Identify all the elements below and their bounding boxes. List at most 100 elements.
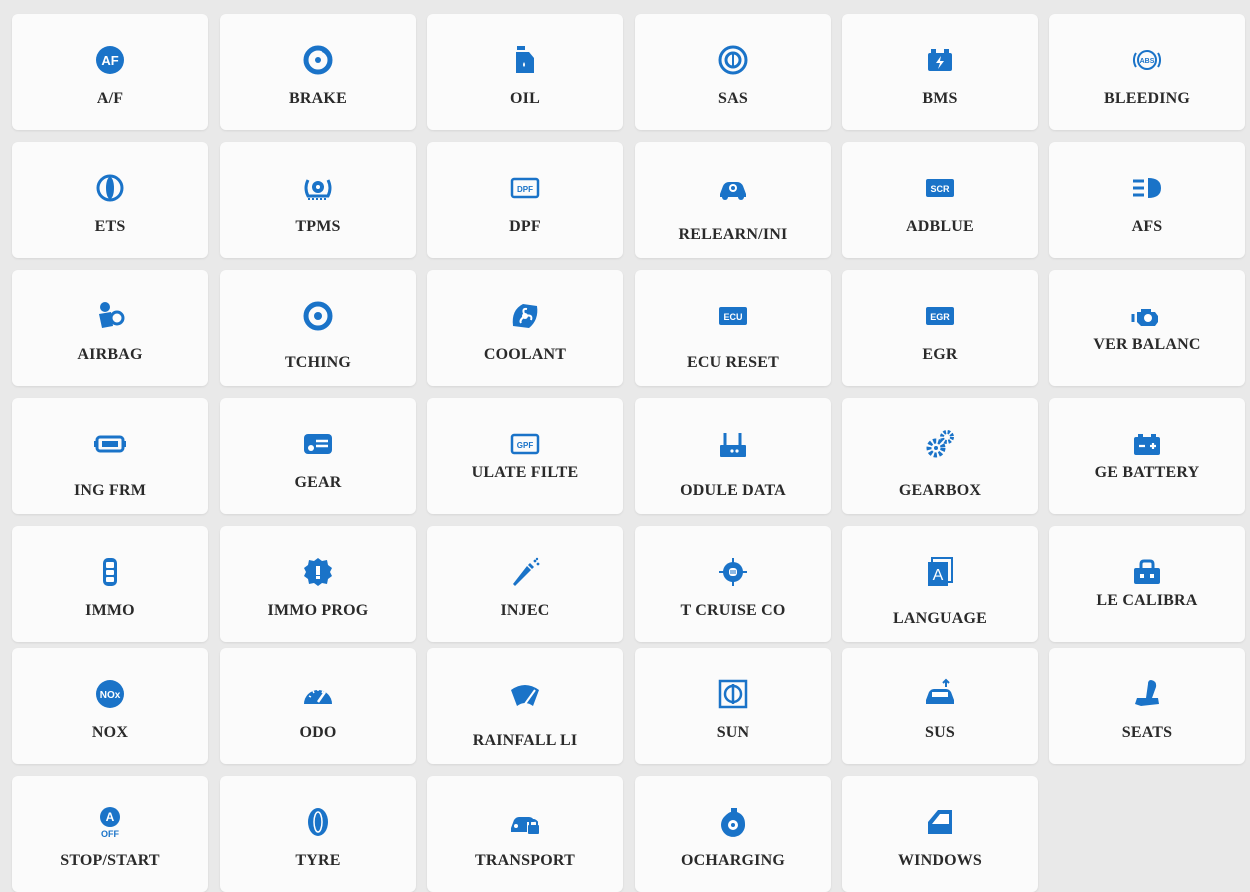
function-tile-bms[interactable]: BMS bbox=[842, 14, 1038, 130]
function-tile-immo[interactable]: IMMO bbox=[12, 526, 208, 642]
function-tile-ocharging[interactable]: OCHARGING bbox=[635, 776, 831, 892]
function-tile-tching[interactable]: TCHING bbox=[220, 270, 416, 386]
function-tile-ecu-reset[interactable]: ECU ECU RESET bbox=[635, 270, 831, 386]
function-tile-oil[interactable]: OIL bbox=[427, 14, 623, 130]
function-tile-tpms[interactable]: TPMS bbox=[220, 142, 416, 258]
fan-icon bbox=[508, 299, 542, 333]
function-tile-label: GEAR bbox=[294, 474, 342, 491]
svg-text:NOx: NOx bbox=[100, 690, 121, 701]
function-tile-coolant[interactable]: COOLANT bbox=[427, 270, 623, 386]
function-tile-label: A/F bbox=[96, 90, 124, 107]
function-tile-dpf[interactable]: DPF DPF bbox=[427, 142, 623, 258]
sun-sensor-icon bbox=[716, 677, 750, 711]
speedometer-icon bbox=[301, 677, 335, 711]
suspension-icon bbox=[923, 677, 957, 711]
function-tile-label: RAINFALL LI bbox=[472, 732, 578, 749]
function-tile-ets[interactable]: ETS bbox=[12, 142, 208, 258]
function-tile-injec[interactable]: INJEC bbox=[427, 526, 623, 642]
car-gear-icon bbox=[716, 171, 750, 205]
function-tile-afs[interactable]: AFS bbox=[1049, 142, 1245, 258]
dpf-icon: DPF bbox=[508, 171, 542, 205]
function-tile-label: TRANSPORT bbox=[475, 852, 575, 869]
function-tile-label: ING FRM bbox=[73, 482, 147, 499]
function-tile-label: ODO bbox=[299, 724, 337, 741]
gear-matching-icon bbox=[301, 299, 335, 333]
toolbox-icon bbox=[1130, 555, 1164, 589]
function-tile-seats[interactable]: SEATS bbox=[1049, 648, 1245, 764]
nox-icon: NOx bbox=[93, 677, 127, 711]
function-tile-label: LANGUAGE bbox=[892, 610, 988, 627]
scr-icon: SCR bbox=[923, 171, 957, 205]
function-tile-label: STOP/START bbox=[60, 852, 160, 869]
function-tile-immo-prog[interactable]: IMMO PROG bbox=[220, 526, 416, 642]
function-tile-label: TPMS bbox=[295, 218, 341, 235]
function-tile-tyre[interactable]: TYRE bbox=[220, 776, 416, 892]
function-tile-label: GEARBOX bbox=[898, 482, 982, 499]
window-icon bbox=[923, 805, 957, 839]
function-tile-ge-battery[interactable]: GE BATTERY bbox=[1049, 398, 1245, 514]
function-tile-a-f[interactable]: AF A/F bbox=[12, 14, 208, 130]
function-tile-transport[interactable]: TRANSPORT bbox=[427, 776, 623, 892]
svg-text:DPF: DPF bbox=[517, 185, 533, 194]
function-tile-windows[interactable]: WINDOWS bbox=[842, 776, 1038, 892]
gpf-icon: GPF bbox=[508, 427, 542, 461]
function-tile-ulate-filte[interactable]: GPF ULATE FILTE bbox=[427, 398, 623, 514]
function-tile-nox[interactable]: NOx NOX bbox=[12, 648, 208, 764]
function-tile-t-cruise-co[interactable]: T CRUISE CO bbox=[635, 526, 831, 642]
function-tile-airbag[interactable]: AIRBAG bbox=[12, 270, 208, 386]
injector-icon bbox=[508, 555, 542, 589]
wiper-icon bbox=[508, 677, 542, 711]
svg-text:AF: AF bbox=[101, 53, 118, 68]
function-tile-label: AFS bbox=[1131, 218, 1163, 235]
function-tile-label: BRAKE bbox=[289, 90, 347, 107]
throttle-icon bbox=[93, 171, 127, 205]
function-grid: AF A/F BRAKE OIL SAS BMS ABS BLEEDING ETS TPMS DPF… bbox=[0, 0, 1250, 892]
function-tile-ver-balanc[interactable]: VER BALANC bbox=[1049, 270, 1245, 386]
svg-text:A: A bbox=[106, 810, 115, 824]
function-tile-odo[interactable]: ODO bbox=[220, 648, 416, 764]
function-tile-gear[interactable]: GEAR bbox=[220, 398, 416, 514]
function-tile-label: DPF bbox=[509, 218, 541, 235]
svg-text:ABS: ABS bbox=[1140, 58, 1155, 65]
function-tile-label: COOLANT bbox=[483, 346, 567, 363]
function-tile-stop-start[interactable]: A OFF STOP/START bbox=[12, 776, 208, 892]
module-icon bbox=[93, 427, 127, 461]
function-tile-relearn-ini[interactable]: RELEARN/INI bbox=[635, 142, 831, 258]
function-tile-sun[interactable]: SUN bbox=[635, 648, 831, 764]
function-tile-label: BMS bbox=[922, 90, 958, 107]
function-tile-label: TYRE bbox=[295, 852, 341, 869]
function-tile-label: ECU RESET bbox=[686, 354, 780, 371]
function-tile-brake[interactable]: BRAKE bbox=[220, 14, 416, 130]
svg-text:SCR: SCR bbox=[930, 184, 950, 194]
function-tile-odule-data[interactable]: ODULE DATA bbox=[635, 398, 831, 514]
function-tile-le-calibra[interactable]: LE CALIBRA bbox=[1049, 526, 1245, 642]
function-tile-ing-frm[interactable]: ING FRM bbox=[12, 398, 208, 514]
function-tile-label: T CRUISE CO bbox=[680, 602, 786, 619]
key-fob-icon bbox=[93, 555, 127, 589]
language-icon: A bbox=[923, 555, 957, 589]
function-tile-sus[interactable]: SUS bbox=[842, 648, 1038, 764]
stop-start-off-icon: A OFF bbox=[93, 805, 127, 839]
function-tile-sas[interactable]: SAS bbox=[635, 14, 831, 130]
abs-icon: ABS bbox=[1130, 43, 1164, 77]
function-tile-label: SUN bbox=[716, 724, 750, 741]
function-tile-bleeding[interactable]: ABS BLEEDING bbox=[1049, 14, 1245, 130]
function-tile-label: EGR bbox=[922, 346, 958, 363]
function-tile-rainfall-li[interactable]: RAINFALL LI bbox=[427, 648, 623, 764]
function-tile-gearbox[interactable]: GEARBOX bbox=[842, 398, 1038, 514]
turbo-icon bbox=[716, 805, 750, 839]
function-tile-adblue[interactable]: SCR ADBLUE bbox=[842, 142, 1038, 258]
battery-icon bbox=[923, 43, 957, 77]
car-lock-icon bbox=[508, 805, 542, 839]
function-tile-label: OCHARGING bbox=[680, 852, 786, 869]
function-tile-label: GE BATTERY bbox=[1094, 464, 1200, 481]
function-tile-label: OIL bbox=[510, 90, 540, 107]
function-tile-language[interactable]: A LANGUAGE bbox=[842, 526, 1038, 642]
function-tile-label: SUS bbox=[925, 724, 955, 741]
function-tile-label: TCHING bbox=[284, 354, 352, 371]
function-tile-label: IMMO bbox=[85, 602, 135, 619]
function-tile-egr[interactable]: EGR EGR bbox=[842, 270, 1038, 386]
airbag-icon bbox=[93, 299, 127, 333]
tyre-icon bbox=[301, 805, 335, 839]
tire-pressure-icon bbox=[301, 171, 335, 205]
